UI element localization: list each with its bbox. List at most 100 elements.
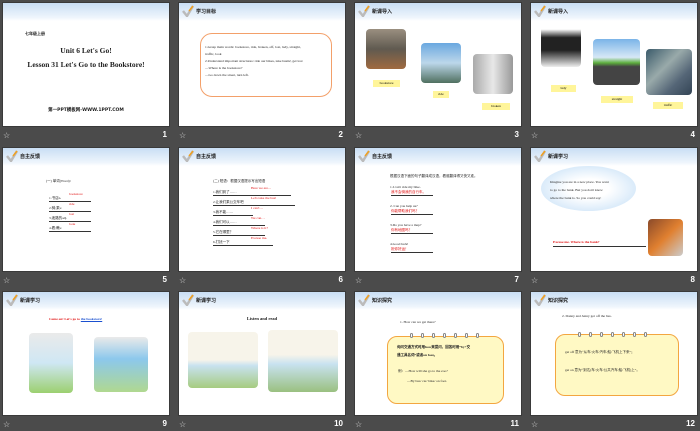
slide-thumbnail-3[interactable]: 新课导入 bookstore ride broken [354,2,522,127]
answer: 你能帮助我们吗？ [391,209,433,215]
section-title: 知识探究 [548,298,569,304]
ring-icon [465,333,468,338]
slide-number: 9 [162,419,167,428]
answer: I can't… [251,206,264,210]
section-title: 自主反馈 [372,154,393,160]
answer: Excuse me. [251,236,268,240]
star-icon[interactable]: ☆ [531,420,538,429]
slide-thumbnail-6[interactable]: 自主反馈 (二) 短语：根据汉语提示写出短语 1.我们到了…… Here we are… [178,147,346,272]
note-line: 询问交通方式时用how来提问，回答时用“by+交 [397,345,471,349]
pencil-check-icon [182,5,194,17]
prompt-line: where the bank is. So you could say: [550,196,602,200]
ring-icon [454,333,457,338]
slide-number: 8 [690,275,695,284]
heading: 1. How can we get there? [400,320,436,324]
section-title: 新课学习 [196,298,217,304]
heading: Come on! Let's go to the bookstore! [49,317,102,321]
slide-thumbnail-9[interactable]: 新课学习 Come on! Let's go to the bookstore! [2,291,170,416]
word-label: traffic [653,102,683,109]
slide-thumbnail-1[interactable]: 七年级上册 Unit 6 Let's Go! Lesson 31 Let's Go … [2,2,170,127]
slide-header [3,3,169,21]
slide-header: 知识探究 [531,292,697,310]
slide-thumbnail-7[interactable]: 自主反馈根据汉语下面的句子翻译成汉语，看谁翻译得又快又准。 1.I can't r… [354,147,522,272]
bookstore-link[interactable]: the bookstore! [81,317,102,321]
star-icon[interactable]: ☆ [355,420,362,429]
slide-thumbnail-8[interactable]: 新课学习 Imagine you are in a new place. You … [530,147,698,272]
slide-title: Unit 6 Let's Go! [60,46,112,55]
question: 4.Good luck! [390,242,409,246]
pencil-check-icon [182,150,194,162]
footer-text: 第一PPT模板网-WWW.1PPT.COM [48,108,124,113]
question: 2. Can you help us? [390,204,418,208]
word-label: ride [433,91,449,98]
slide-number: 11 [510,419,519,428]
answer: ride [69,202,75,206]
pencil-check-icon [534,5,546,17]
star-icon[interactable]: ☆ [179,276,186,285]
slide-thumbnail-11[interactable]: 知识探究 1. How can we get there? 询问交通方式时用how来… [354,291,522,416]
lady-photo [541,25,581,67]
slide-header: 自主反馈 [3,148,169,166]
section-title: 新课导入 [548,9,569,15]
pencil-check-icon [6,294,18,306]
star-icon[interactable]: ☆ [355,276,362,285]
slide-number: 4 [690,130,695,139]
answer: Here we are… [251,186,272,190]
slide-number: 7 [514,275,519,284]
exercise-heading: (一) 单词(Word)： [46,179,74,183]
exercise-heading: 根据汉语下面的句子翻译成汉语，看谁翻译得又快又准。 [390,174,478,178]
slide-number: 1 [162,130,167,139]
note-line: 例：—How will she go to the zoo? [398,369,448,373]
slide-number: 3 [514,130,519,139]
answer: look [69,222,76,226]
slide-thumbnail-4[interactable]: 新课导入 lady straight traffic [530,2,698,127]
answer: bookstore [69,192,83,196]
star-icon[interactable]: ☆ [3,131,10,140]
section-title: 自主反馈 [196,154,217,160]
slide-number: 10 [334,419,343,428]
slide-number: 12 [686,419,695,428]
slide-header: 知识探究 [355,292,521,310]
word-label: straight [601,96,633,103]
heading: Listen and read [246,316,278,321]
slide-thumbnail-12[interactable]: 知识探究 2. Danny and Jenny get off the bus. g… [530,291,698,416]
tourist-photo [648,219,683,256]
question: 6.打扰一下 [213,240,273,246]
slide-thumbnail-10[interactable]: 新课学习 Listen and read [178,291,346,416]
star-icon[interactable]: ☆ [531,276,538,285]
heading-text: Come on! Let's go to [49,317,81,321]
note-line: get on 意为“到达(车/火车/公共汽车/船/飞机)上”。 [565,368,640,372]
section-title: 新课学习 [548,154,569,160]
dialog-panel-2 [268,330,338,392]
star-icon[interactable]: ☆ [3,420,10,429]
slide-number: 2 [338,130,343,139]
slide-header: 新课学习 [3,292,169,310]
answer-line: Excuse me. Where is the bank? [553,240,646,247]
word-label: lady [551,85,576,92]
exercise-heading: (二) 短语：根据汉语提示写出短语 [213,179,266,183]
word-label: bookstore [373,80,400,87]
star-icon[interactable]: ☆ [179,131,186,140]
answer: 你有地图吗？ [391,228,433,234]
pencil-check-icon [358,5,370,17]
slide-header: 新课导入 [531,3,697,21]
slide-subtitle: Lesson 31 Let's Go to the Bookstore! [27,60,145,69]
star-icon[interactable]: ☆ [355,131,362,140]
note-line: —By bus/ car/ bike/ on foot. [407,379,448,383]
answer: lost [69,212,75,216]
ring-icon [443,333,446,338]
slide-thumbnail-2[interactable]: 学习目标 1.Grasp main words: bookstore, ride,… [178,2,346,127]
ring-icon [589,332,592,337]
slide-thumbnail-5[interactable]: 自主反馈 (一) 单词(Word)： 1.书店n. bookstore 2.骑;乘v. r… [2,147,170,272]
answer: 我不会骑我的自行车。 [391,190,433,196]
star-icon[interactable]: ☆ [179,420,186,429]
note-line: get off 意为“从车/火车/汽车/船/飞机上下来”； [565,350,635,354]
question: 1.I can't ride my bike. [390,185,421,189]
section-title: 知识探究 [372,298,393,304]
ring-icon [611,332,614,337]
broken-window-photo [473,54,513,94]
pencil-check-icon [534,294,546,306]
slide-header: 学习目标 [179,3,345,21]
star-icon[interactable]: ☆ [3,276,10,285]
star-icon[interactable]: ☆ [531,131,538,140]
